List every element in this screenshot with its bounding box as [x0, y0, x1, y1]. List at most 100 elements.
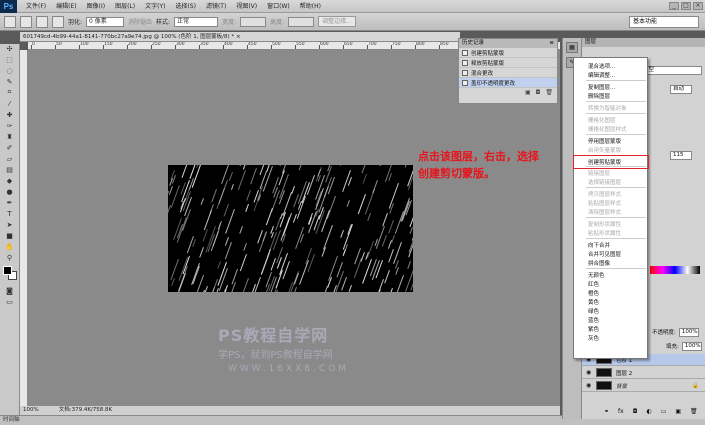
eye-icon[interactable]: ◉: [586, 369, 592, 376]
menu-window[interactable]: 窗口(W): [262, 0, 295, 13]
context-menu-item[interactable]: 编辑调整...: [588, 71, 615, 79]
layers-tab[interactable]: 图层: [582, 38, 705, 47]
minimize-icon[interactable]: _: [669, 2, 679, 10]
layer-row-background[interactable]: ◉ 背景 🔒: [582, 380, 705, 392]
zoom-icon[interactable]: ⚲: [3, 253, 17, 262]
move-tool-icon[interactable]: ✣: [3, 44, 17, 53]
history-item-active[interactable]: 盖印不透明度更改: [459, 78, 557, 88]
add-selection-icon[interactable]: [36, 15, 48, 28]
context-menu-item[interactable]: 混合选项...: [588, 62, 615, 70]
foreground-color-swatch[interactable]: [3, 266, 12, 275]
menu-image[interactable]: 图像(I): [82, 0, 110, 13]
eraser-icon[interactable]: ▱: [3, 154, 17, 163]
type-icon[interactable]: T: [3, 209, 17, 218]
fill-input[interactable]: 100%: [681, 342, 702, 351]
timeline-label[interactable]: 时间轴: [3, 417, 20, 423]
marquee-tool-icon[interactable]: [4, 15, 16, 28]
marquee-icon[interactable]: ⬚: [3, 55, 17, 64]
crop-icon[interactable]: ⌗: [3, 88, 17, 97]
menu-type[interactable]: 文字(Y): [140, 0, 170, 13]
path-select-icon[interactable]: ➤: [3, 220, 17, 229]
menu-view[interactable]: 视图(V): [231, 0, 262, 13]
layer-row-layer2[interactable]: ◉ 图层 2: [582, 367, 705, 379]
rain-image[interactable]: [168, 165, 413, 292]
style-select[interactable]: 正常: [174, 16, 219, 27]
fx-icon[interactable]: fx: [618, 408, 624, 415]
zoom-level[interactable]: 100%: [23, 406, 39, 415]
close-icon[interactable]: ×: [693, 2, 703, 10]
trash-icon[interactable]: 🗑: [545, 89, 553, 96]
context-menu-item[interactable]: 删除图层: [588, 92, 610, 100]
pen-icon[interactable]: ✒: [3, 198, 17, 207]
new-document-icon[interactable]: ▣: [525, 89, 531, 96]
mask-icon[interactable]: ◘: [633, 408, 638, 415]
context-menu-item[interactable]: 拼合图像: [588, 259, 610, 267]
screen-mode-icon[interactable]: ▭: [3, 297, 17, 306]
new-layer-icon[interactable]: ▣: [675, 408, 681, 415]
menu-select[interactable]: 选择(S): [170, 0, 201, 13]
menu-separator: [586, 80, 646, 81]
stamp-icon[interactable]: ♜: [3, 132, 17, 141]
history-item[interactable]: 释放剪贴蒙版: [459, 58, 557, 68]
history-title[interactable]: 历史记录: [462, 39, 484, 48]
subtract-selection-icon[interactable]: [52, 15, 64, 28]
camera-icon[interactable]: ◘: [536, 89, 541, 96]
context-menu-item[interactable]: 合并可见图层: [588, 250, 621, 258]
context-menu-item[interactable]: 紫色: [588, 325, 599, 333]
context-menu-item[interactable]: 复制图层...: [588, 83, 615, 91]
feather-input[interactable]: 0 像素: [86, 16, 125, 27]
history-brush-icon[interactable]: ✐: [3, 143, 17, 152]
lasso-icon[interactable]: ◌: [3, 66, 17, 75]
history-panel-icon[interactable]: ▦: [566, 42, 578, 53]
context-menu-item[interactable]: 向下合并: [588, 241, 610, 249]
menu-layer[interactable]: 图层(L): [110, 0, 140, 13]
quick-mask-icon[interactable]: ◙: [3, 286, 17, 295]
menu-help[interactable]: 帮助(H): [295, 0, 326, 13]
height-input[interactable]: [288, 16, 315, 27]
menu-edit[interactable]: 编辑(E): [51, 0, 81, 13]
context-menu-item[interactable]: 蓝色: [588, 316, 599, 324]
maximize-icon[interactable]: □: [681, 2, 691, 10]
width-input[interactable]: [240, 16, 267, 27]
adjustment-icon[interactable]: ◐: [646, 408, 651, 415]
color-swatches[interactable]: [0, 266, 19, 286]
link-icon[interactable]: ⚭: [604, 408, 609, 415]
context-menu-item[interactable]: 红色: [588, 280, 599, 288]
menu-file[interactable]: 文件(F): [21, 0, 51, 13]
context-menu-item[interactable]: 绿色: [588, 307, 599, 315]
close-tab-icon[interactable]: ×: [236, 34, 241, 40]
quick-select-icon[interactable]: ✎: [3, 77, 17, 86]
kind-filter[interactable]: 类型: [640, 66, 702, 75]
healing-icon[interactable]: ✚: [3, 110, 17, 119]
context-menu-item[interactable]: 无颜色: [588, 271, 605, 279]
menu-filter[interactable]: 滤镜(T): [201, 0, 231, 13]
eye-icon[interactable]: ◉: [586, 382, 592, 389]
context-menu-item[interactable]: 黄色: [588, 298, 599, 306]
document-tab[interactable]: 601749cd-4b99-44a1-8141-770bc27a9e74.jpg…: [20, 32, 460, 42]
dodge-icon[interactable]: ●: [3, 187, 17, 196]
value-field[interactable]: 115: [670, 151, 692, 160]
context-menu-item[interactable]: 停用图层蒙版: [588, 137, 621, 145]
folder-icon[interactable]: ▭: [661, 408, 667, 415]
opacity-input[interactable]: 100%: [678, 328, 699, 337]
gradient-icon[interactable]: ▤: [3, 165, 17, 174]
workspace-select[interactable]: 基本功能: [629, 16, 699, 28]
shape-icon[interactable]: ■: [3, 231, 17, 240]
panel-menu-icon[interactable]: ≡: [549, 39, 554, 48]
eyedropper-icon[interactable]: ⁄: [3, 99, 17, 108]
context-menu-item[interactable]: 灰色: [588, 334, 599, 342]
new-selection-icon[interactable]: [20, 15, 32, 28]
hand-icon[interactable]: ✋: [3, 242, 17, 251]
menu-bar: Ps 文件(F) 编辑(E) 图像(I) 图层(L) 文字(Y) 选择(S) 滤…: [0, 0, 705, 13]
antialias-checkbox[interactable]: 消除锯齿: [128, 17, 152, 26]
blur-icon[interactable]: ◆: [3, 176, 17, 185]
trash-icon[interactable]: 🗑: [690, 408, 698, 415]
refine-edge-button[interactable]: 调整边缘...: [318, 16, 356, 27]
context-menu-item[interactable]: 橙色: [588, 289, 599, 297]
auto-button[interactable]: 自动: [670, 85, 692, 94]
history-item[interactable]: 混合更改: [459, 68, 557, 78]
rain-streak: [388, 182, 400, 208]
history-item[interactable]: 创建剪贴蒙版: [459, 48, 557, 58]
brush-icon[interactable]: ✑: [3, 121, 17, 130]
document-size: 文档:379.4K/758.8K: [58, 407, 113, 413]
